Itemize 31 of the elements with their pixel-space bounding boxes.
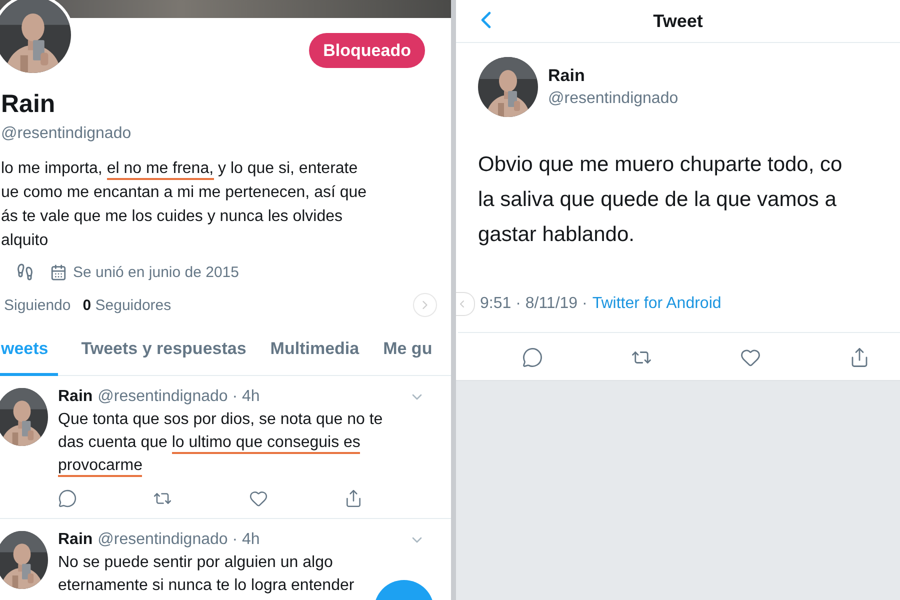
- share-icon[interactable]: [849, 347, 870, 368]
- profile-tab[interactable]: weets: [0, 339, 58, 376]
- tweet-text: No se puede sentir por alguien un algo eternamente si nunca te lo logra entender: [58, 553, 354, 596]
- tweet-meta: @resentindignado · 4h: [98, 531, 260, 549]
- calendar-icon: [50, 264, 67, 280]
- tweet-author: Rain: [58, 531, 93, 549]
- profile-bio: lo me importa, el no me frena, y lo que si, enterate ue como me encantan a mi me pertenecen, así que ás te vale que me los cuides y nunca les olvides alquito: [0, 159, 368, 251]
- followers-link[interactable]: 0 Seguidores: [82, 296, 172, 314]
- footprints-icon: [16, 263, 34, 281]
- profile-handle: @resentindignado: [0, 125, 132, 143]
- author-name: Rain: [548, 66, 586, 86]
- share-icon[interactable]: [344, 489, 363, 508]
- tweet-timestamp: 9:51 · 8/11/19 ·: [480, 295, 588, 313]
- author-handle: @resentindignado: [548, 90, 678, 108]
- tweet-author: Rain: [58, 388, 93, 406]
- profile-tab[interactable]: Tweets y respuestas: [80, 339, 248, 376]
- reply-icon[interactable]: [58, 489, 77, 508]
- page-title: Tweet: [653, 10, 703, 32]
- profile-tab[interactable]: Multimedia: [269, 339, 360, 376]
- blocked-button[interactable]: Bloqueado: [309, 33, 425, 68]
- source-link[interactable]: Twitter for Android: [592, 295, 722, 313]
- tweet-meta: @resentindignado · 4h: [98, 388, 260, 406]
- reply-icon[interactable]: [522, 347, 543, 368]
- like-icon[interactable]: [740, 347, 761, 368]
- profile-tab[interactable]: Me gu: [382, 339, 434, 376]
- like-icon[interactable]: [248, 489, 268, 508]
- joined-date: Se unió en junio de 2015: [73, 264, 239, 280]
- profile-name: Rain: [0, 90, 56, 119]
- following-link[interactable]: Siguiendo: [4, 296, 71, 314]
- tweet-text: Obvio que me muero chuparte todo, co la saliva que quede de la que vamos a gastar hablando.: [477, 152, 844, 248]
- tweet-text: Que tonta que sos por dios, se nota que no te das cuenta que lo ultimo que conseguis es provocarme: [58, 408, 383, 477]
